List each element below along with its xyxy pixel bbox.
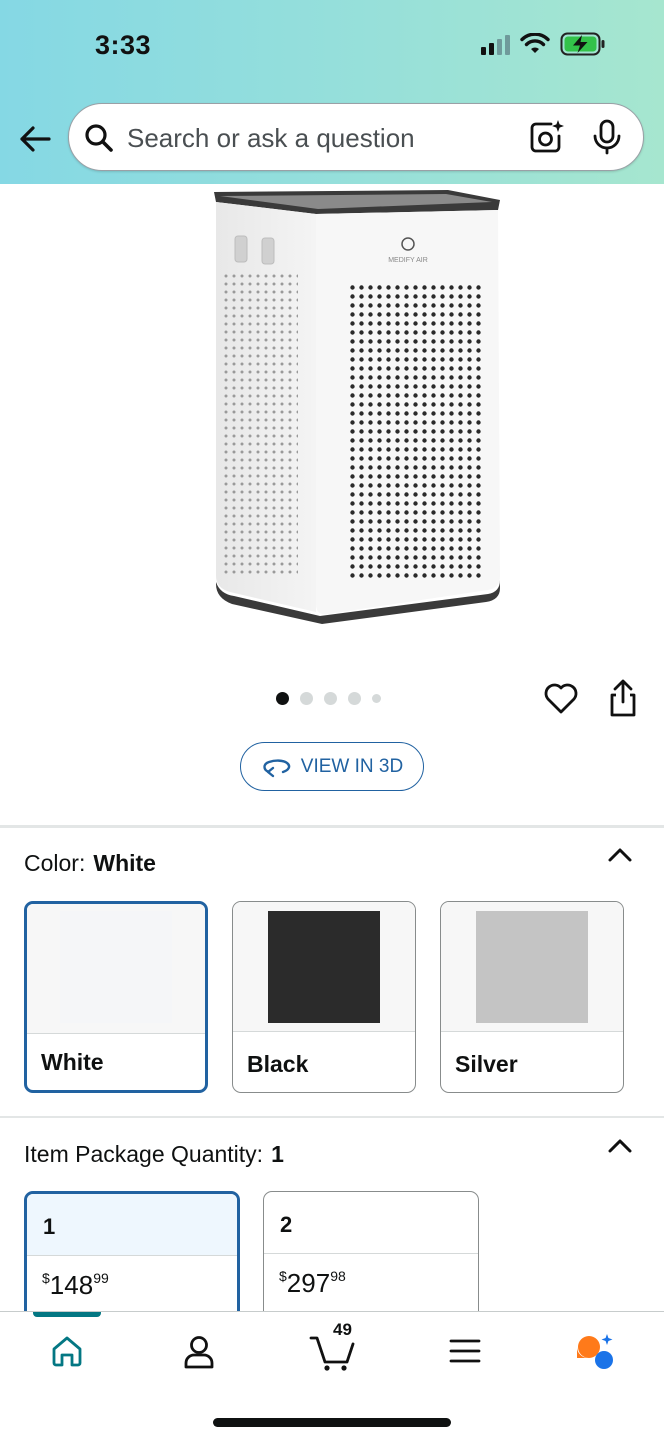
color-option-black[interactable]: Black xyxy=(232,901,416,1093)
quantity-label: Item Package Quantity: 1 xyxy=(24,1141,284,1167)
swatch-label: Black xyxy=(247,1051,309,1077)
home-indicator xyxy=(213,1418,451,1427)
selected-quantity-value: 1 xyxy=(271,1141,284,1167)
swatch-label: Silver xyxy=(455,1051,518,1077)
swatch-image-white xyxy=(60,911,172,1023)
heart-icon[interactable] xyxy=(542,680,580,716)
rotate-3d-icon xyxy=(263,758,291,777)
cart-icon xyxy=(309,1336,355,1371)
menu-icon[interactable] xyxy=(449,1338,481,1364)
status-time: 3:33 xyxy=(95,30,152,60)
cart-button[interactable]: 49 xyxy=(309,1320,357,1372)
brand-logo-text: MEDIFY AIR xyxy=(388,257,428,264)
swatch-image-silver xyxy=(476,911,588,1023)
carousel-dot[interactable] xyxy=(348,692,361,705)
quantity-value: 1 xyxy=(27,1194,237,1256)
view-in-3d-label: VIEW IN 3D xyxy=(300,755,404,777)
chevron-up-icon[interactable] xyxy=(606,1136,634,1156)
image-carousel-dots[interactable] xyxy=(276,692,381,705)
carousel-dot[interactable] xyxy=(300,692,313,705)
carousel-dot[interactable] xyxy=(324,692,337,705)
search-input[interactable]: Search or ask a question xyxy=(127,123,415,154)
view-in-3d-button[interactable]: VIEW IN 3D xyxy=(240,742,424,791)
quantity-price: $29798 xyxy=(279,1268,346,1298)
carousel-dot[interactable] xyxy=(372,694,381,703)
color-label: Color: White xyxy=(24,850,156,876)
color-option-silver[interactable]: Silver xyxy=(440,901,624,1093)
search-icon xyxy=(85,124,113,152)
section-divider xyxy=(0,1116,664,1118)
quantity-option-2[interactable]: 2 $29798 xyxy=(263,1191,479,1331)
rufus-assistant-icon[interactable] xyxy=(574,1332,616,1372)
active-tab-indicator xyxy=(33,1312,101,1317)
swatch-label: White xyxy=(41,1049,104,1075)
chevron-up-icon[interactable] xyxy=(606,845,634,865)
swatch-image-black xyxy=(268,911,380,1023)
color-option-white[interactable]: White xyxy=(24,901,208,1093)
account-icon[interactable] xyxy=(183,1334,215,1370)
quantity-option-1[interactable]: 1 $14899 xyxy=(24,1191,240,1331)
back-arrow-icon[interactable] xyxy=(16,120,54,158)
product-image[interactable]: MEDIFY AIR xyxy=(150,184,510,624)
cellular-signal-icon xyxy=(481,33,510,55)
share-icon[interactable] xyxy=(606,678,640,718)
search-bar[interactable]: Search or ask a question xyxy=(68,103,644,171)
battery-charging-icon xyxy=(560,32,605,56)
quantity-price: $14899 xyxy=(42,1270,109,1300)
header: 3:33 Search or ask a question xyxy=(0,0,664,184)
microphone-icon[interactable] xyxy=(589,118,625,156)
camera-lens-icon[interactable] xyxy=(527,118,565,156)
quantity-value: 2 xyxy=(264,1192,478,1254)
selected-color-value: White xyxy=(93,850,156,876)
section-divider xyxy=(0,825,664,828)
carousel-dot-active[interactable] xyxy=(276,692,289,705)
status-icons xyxy=(481,32,606,56)
wifi-icon xyxy=(520,33,550,53)
home-icon[interactable] xyxy=(50,1334,84,1368)
